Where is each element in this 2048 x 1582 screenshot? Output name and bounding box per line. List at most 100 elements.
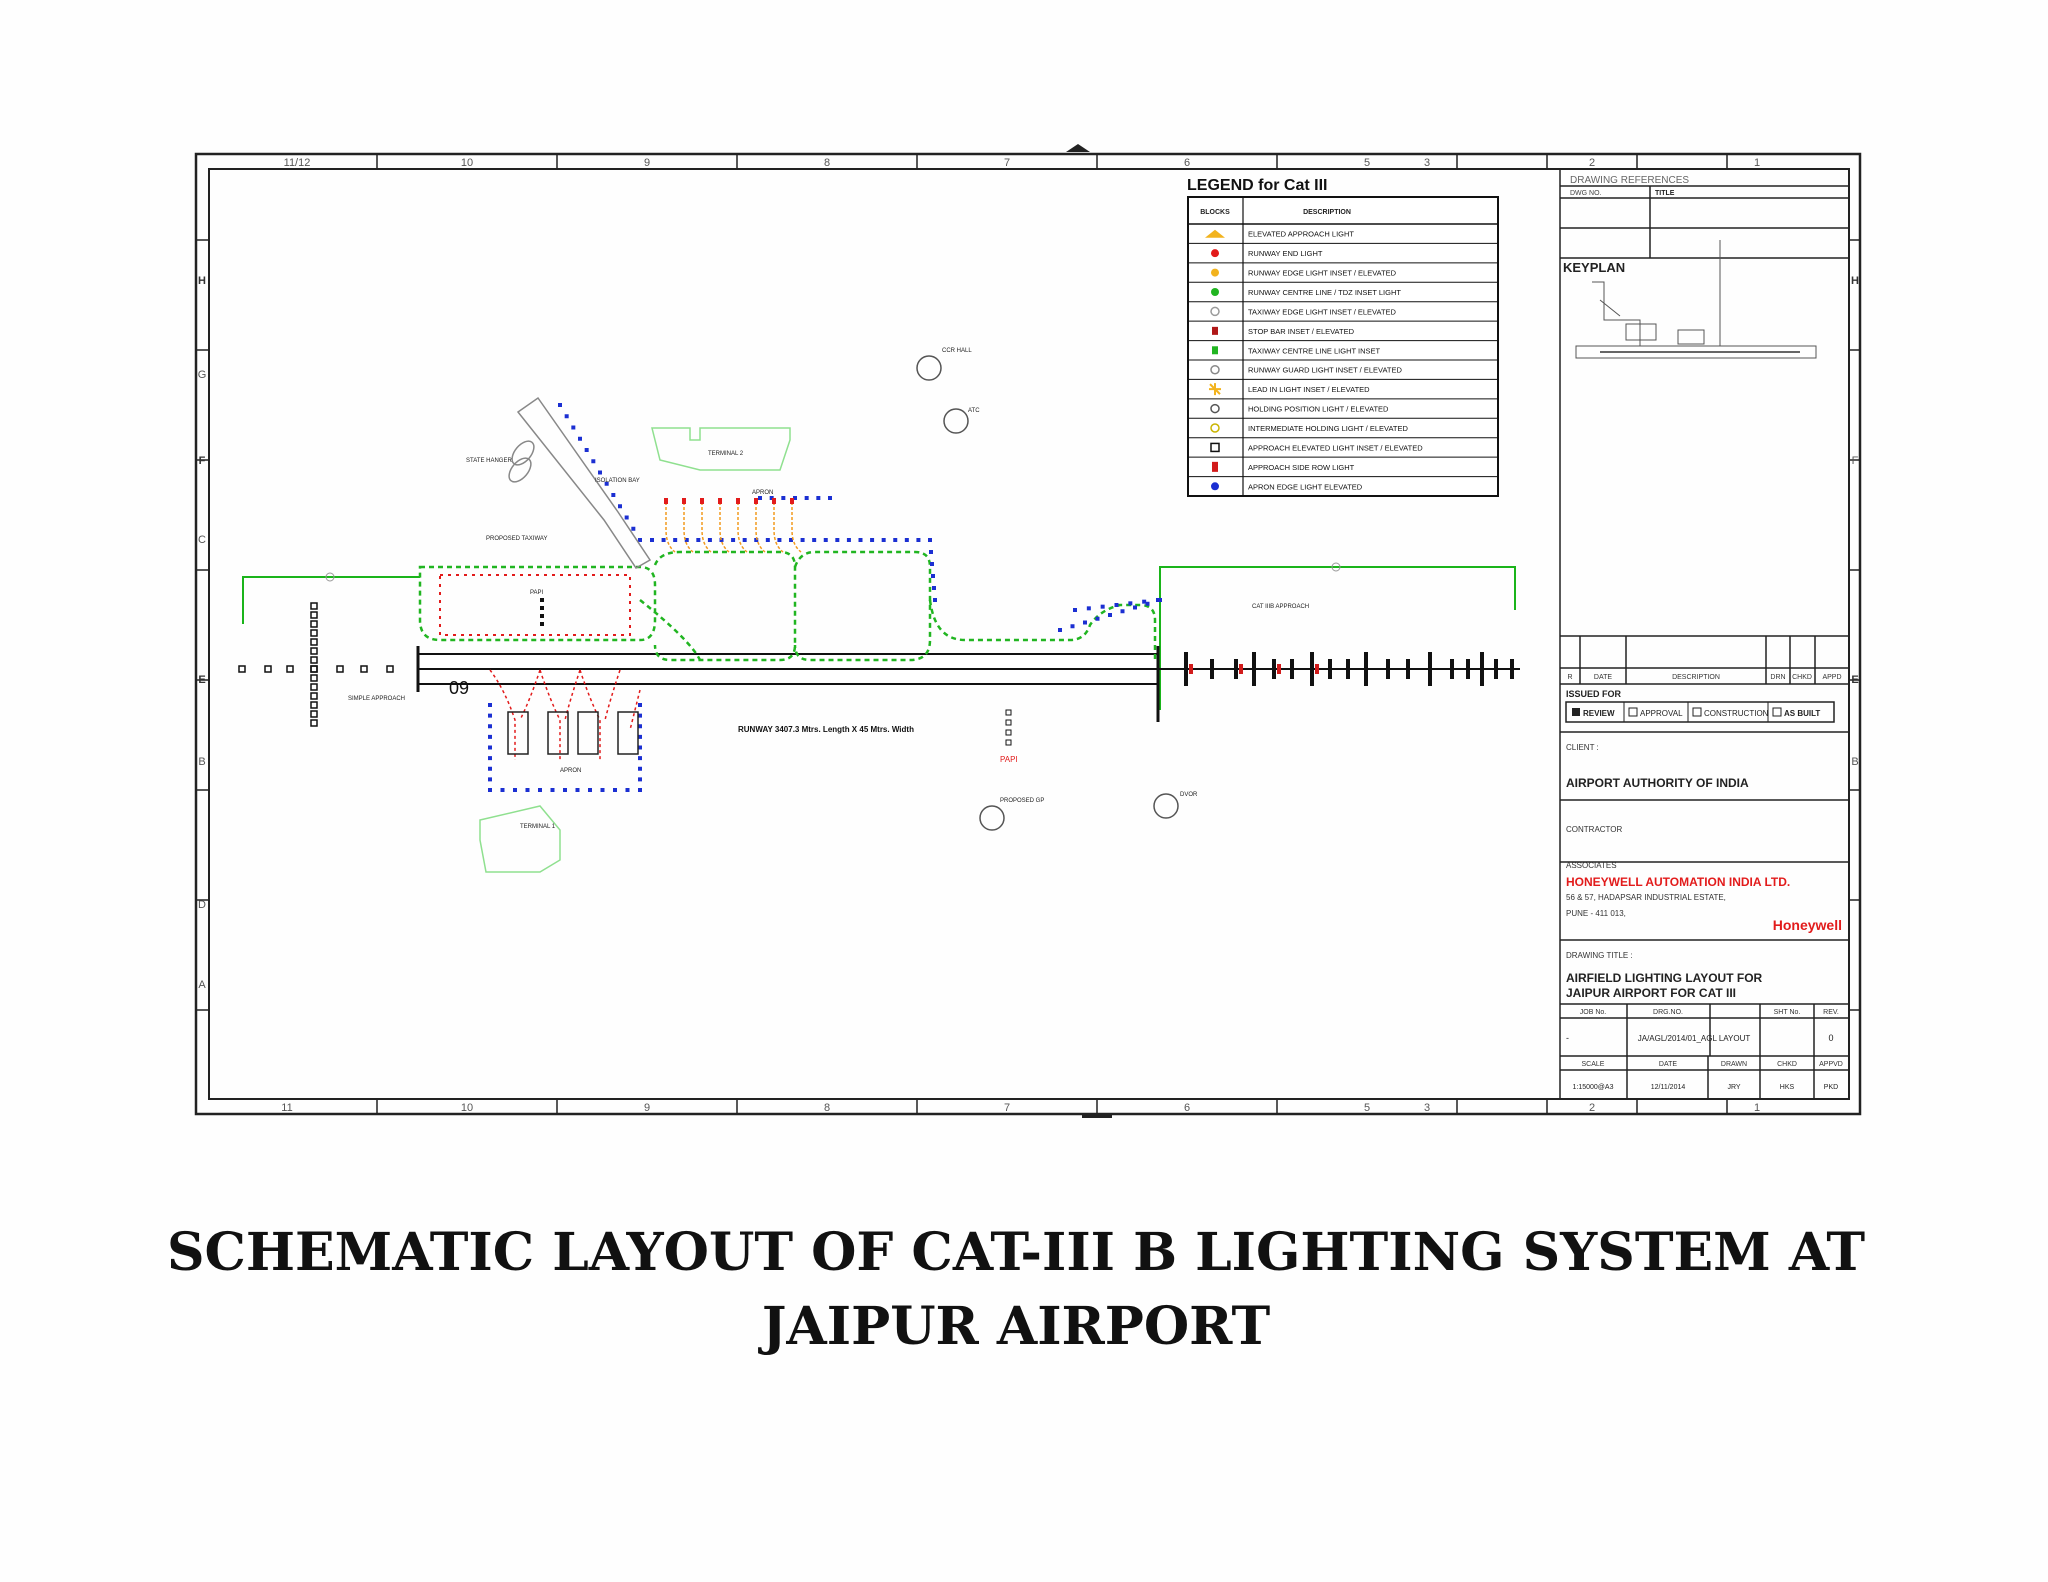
blue-edge-light xyxy=(1073,608,1077,612)
approach-barrette xyxy=(1510,659,1514,679)
legend-col-desc: DESCRIPTION xyxy=(1303,209,1351,216)
blue-edge-light xyxy=(638,756,642,761)
apron-bottom-label: APRON xyxy=(560,768,581,774)
dwg-no-col-label: DRG.NO. xyxy=(1653,1009,1683,1016)
approach-barrette xyxy=(1210,659,1214,679)
side-row-light xyxy=(1239,664,1243,674)
approach-barrette xyxy=(1466,659,1470,679)
issued-checkbox-asbuilt xyxy=(1772,707,1782,717)
crossbar-light xyxy=(310,656,318,664)
orange-lead-line xyxy=(755,502,766,553)
side-letter: G xyxy=(198,369,207,381)
legend-col-symbol: BLOCKS xyxy=(1200,209,1230,216)
legend-symbol-icon xyxy=(1211,249,1219,258)
side-letter-right: F xyxy=(1852,455,1859,467)
caption-line-2: JAIPUR AIRPORT xyxy=(758,1296,1271,1357)
approach-light xyxy=(386,665,394,673)
crossbar-light xyxy=(310,701,318,709)
rev-col-label: CHKD xyxy=(1792,674,1812,681)
blue-edge-light xyxy=(804,496,809,500)
bottom-tick-label: 9 xyxy=(644,1102,650,1114)
navaid-symbols xyxy=(916,355,1179,831)
legend-description: APPROACH SIDE ROW LIGHT xyxy=(1248,463,1355,472)
dwg-no-value: JA/AGL/2014/01_AGL LAYOUT xyxy=(1638,1034,1751,1043)
blue-edge-light xyxy=(625,788,630,792)
blue-edge-light xyxy=(638,766,642,771)
top-tick-label: 5 xyxy=(1364,157,1370,169)
rev-value: 0 xyxy=(1828,1033,1833,1043)
blue-edge-light xyxy=(812,538,817,542)
blue-edge-light xyxy=(638,538,642,542)
top-tick-label: 3 xyxy=(1424,157,1430,169)
top-tick-label: 10 xyxy=(461,157,473,169)
gp-symbol xyxy=(979,805,1005,831)
title-block: DRAWING REFERENCES DWG NO. TITLE KEYPLAN… xyxy=(1559,169,1849,1099)
issued-option: AS BUILT xyxy=(1784,709,1820,718)
blue-edge-light xyxy=(742,538,747,542)
rev-col-label: DRN xyxy=(1770,674,1785,681)
blue-edge-light xyxy=(928,538,932,542)
issued-for-label: ISSUED FOR xyxy=(1566,689,1622,699)
papi-right xyxy=(1005,709,1012,746)
blue-edge-light xyxy=(1156,598,1160,602)
blue-edge-light xyxy=(758,496,762,500)
job-no-label: JOB No. xyxy=(1580,1009,1607,1016)
side-letter: F xyxy=(199,455,206,467)
blue-edge-light xyxy=(591,459,596,464)
drawn-label: DRAWN xyxy=(1721,1061,1747,1068)
blue-edge-light xyxy=(1128,601,1133,606)
blue-edge-light xyxy=(488,756,492,761)
blue-edge-light xyxy=(932,586,936,590)
rev-col-label: DESCRIPTION xyxy=(1672,674,1720,681)
blue-edge-light xyxy=(904,538,909,542)
blue-edge-light xyxy=(673,538,678,542)
blue-edge-light xyxy=(929,550,933,554)
crossbar-light xyxy=(310,647,318,655)
runway-description: RUNWAY 3407.3 Mtrs. Length X 45 Mtrs. Wi… xyxy=(738,725,914,734)
terminal1-label: TERMINAL 1 xyxy=(520,824,556,830)
bottom-tick-label: 1 xyxy=(1754,1102,1760,1114)
blue-edge-light xyxy=(613,788,617,792)
approach-barrette xyxy=(1252,652,1256,686)
appvd-value: PKD xyxy=(1824,1084,1838,1091)
side-letter-right: E xyxy=(1851,674,1858,686)
scale-label: SCALE xyxy=(1582,1061,1605,1068)
drawing-title-line: AIRFIELD LIGHTING LAYOUT FOR xyxy=(1566,971,1763,985)
drawn-value: JRY xyxy=(1727,1084,1740,1091)
blue-edge-light xyxy=(488,777,492,782)
blue-edge-light xyxy=(575,788,580,792)
blue-edge-light xyxy=(1083,620,1087,625)
airfield-lighting-drawing: 11/12 10 9 8 7 6 5 3 2 1 11 10 9 8 7 6 5… xyxy=(167,144,1865,1357)
blue-edge-light xyxy=(564,414,569,419)
stand-marker xyxy=(664,498,668,504)
blue-edge-light xyxy=(870,538,875,542)
approach-barrette xyxy=(1346,659,1350,679)
legend-description: APRON EDGE LIGHT ELEVATED xyxy=(1248,482,1363,491)
issued-checkbox-approval xyxy=(1628,707,1638,717)
blue-edge-light xyxy=(661,538,666,542)
blue-edge-light xyxy=(638,788,642,792)
blue-edge-light xyxy=(777,538,782,542)
blue-edge-light xyxy=(858,538,863,542)
client-label: CLIENT : xyxy=(1566,743,1599,752)
legend-symbol-icon xyxy=(1212,461,1218,472)
papi-left-label: PAPI xyxy=(530,590,544,596)
blue-edge-light xyxy=(488,724,492,729)
blue-edge-light xyxy=(600,788,605,792)
approach-barrette xyxy=(1328,659,1332,679)
approach-light xyxy=(360,665,368,673)
terminal-outlines xyxy=(479,427,791,873)
bottom-tick-label: 5 xyxy=(1364,1102,1370,1114)
blue-edge-light xyxy=(835,538,840,542)
issued-checkbox-review xyxy=(1572,708,1580,716)
stand-marker xyxy=(700,498,704,504)
top-tick-label: 11/12 xyxy=(284,157,311,169)
approach-barrette xyxy=(1310,652,1314,686)
bottom-tick-label: 7 xyxy=(1004,1102,1010,1114)
blue-edge-light xyxy=(598,470,602,475)
approach-barrette xyxy=(1480,652,1484,686)
dvor-label: DVOR xyxy=(1180,792,1198,798)
blue-edge-light xyxy=(588,788,592,792)
simple-approach-lights xyxy=(238,602,394,727)
crossbar-light xyxy=(310,611,318,619)
